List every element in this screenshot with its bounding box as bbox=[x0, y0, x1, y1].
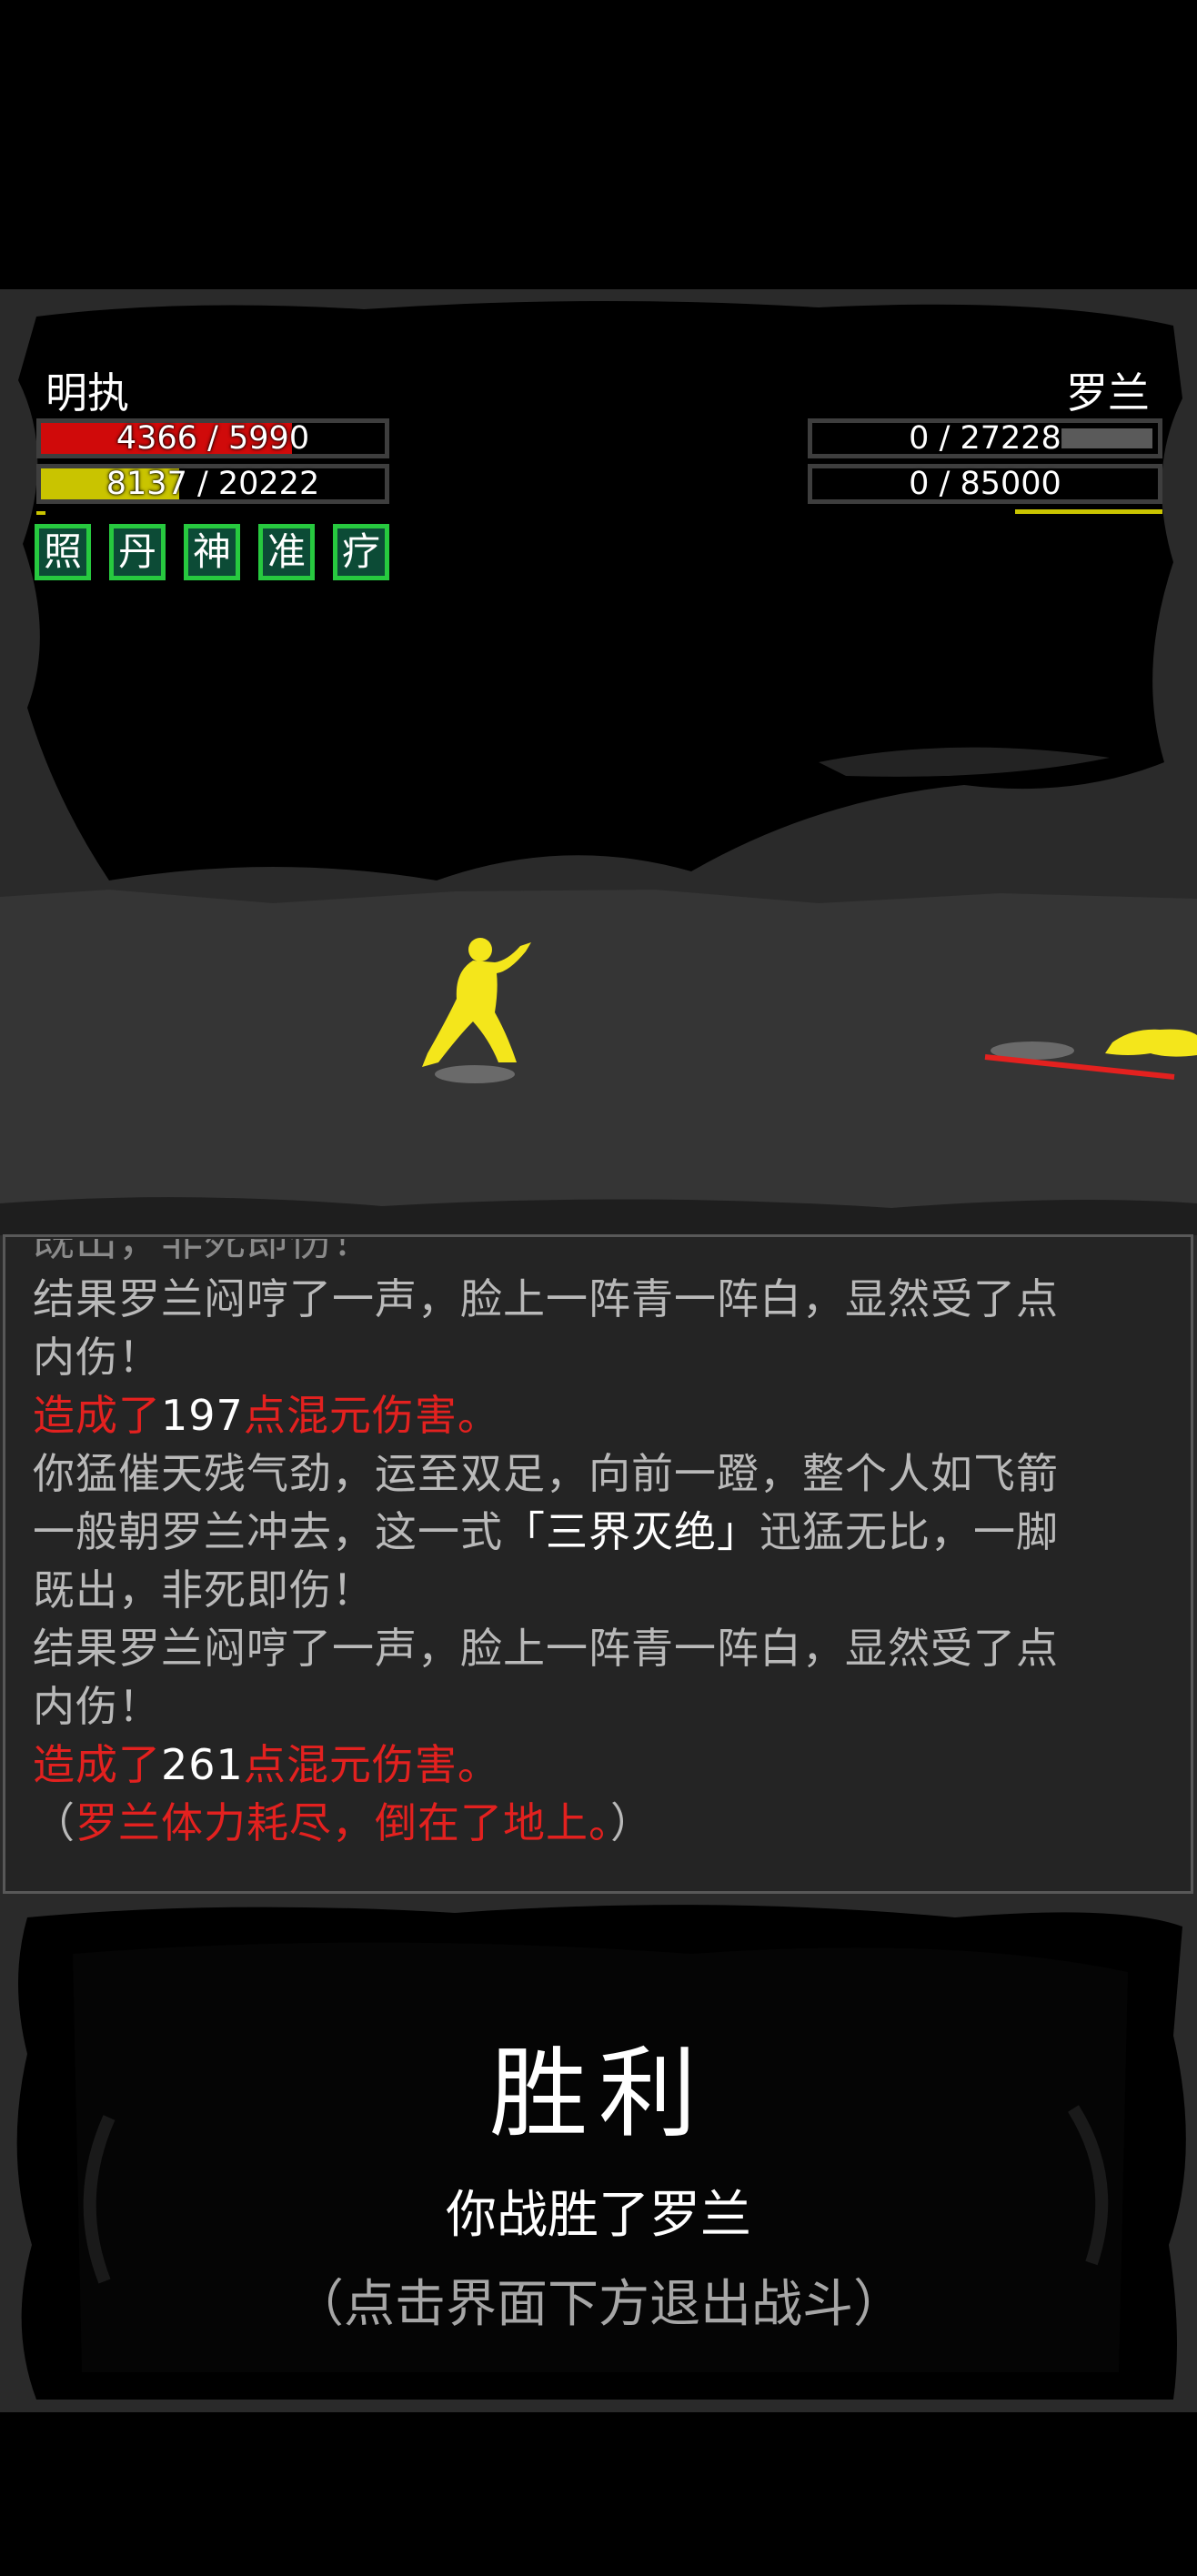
note-open: （ bbox=[33, 1798, 75, 1847]
log-damage-line: 造成了261点混元伤害。 bbox=[33, 1736, 1174, 1794]
defeat-note: 罗兰体力耗尽，倒在了地上。 bbox=[75, 1798, 610, 1847]
damage-prefix: 造成了 bbox=[33, 1391, 161, 1440]
note-close: ） bbox=[610, 1798, 653, 1847]
enemy-hp-text: 0 / 27228 bbox=[909, 419, 1061, 457]
log-line: 内伤！ bbox=[33, 1333, 161, 1382]
log-line: 结果罗兰闷哼了一声，脸上一阵青一阵白，显然受了点 bbox=[33, 1274, 1059, 1323]
player-name: 明执 bbox=[45, 368, 129, 418]
log-line: 内伤！ bbox=[33, 1682, 161, 1731]
victory-subtitle: 你战胜了罗兰 bbox=[446, 2186, 751, 2245]
log-line: 既出，非死即伤！ bbox=[33, 1565, 375, 1615]
damage-value: 197 bbox=[161, 1391, 244, 1440]
enemy-mp-bar: 0 / 85000 bbox=[808, 464, 1162, 504]
buff-list: 照 丹 神 准 疗 bbox=[35, 524, 389, 580]
skill-name: 「三界灭绝」 bbox=[503, 1507, 759, 1556]
enemy-mp-text: 0 / 85000 bbox=[909, 465, 1061, 502]
log-damage-line: 造成了197点混元伤害。 bbox=[33, 1386, 1174, 1444]
buff-liao[interactable]: 疗 bbox=[333, 524, 389, 580]
log-defeat-line: （罗兰体力耗尽，倒在了地上。） bbox=[33, 1794, 1174, 1852]
damage-value: 261 bbox=[161, 1740, 244, 1789]
player-fighter bbox=[422, 938, 531, 1083]
skill-line-prefix: 一般朝罗兰冲去，这一式 bbox=[33, 1507, 503, 1556]
damage-suffix: 点混元伤害。 bbox=[243, 1391, 500, 1440]
battle-log[interactable]: 既出，非死即伤！ 结果罗兰闷哼了一声，脸上一阵青一阵白，显然受了点 内伤！ 造成… bbox=[3, 1234, 1193, 1894]
log-line-cut-text: 既出，非死即伤！ bbox=[33, 1239, 375, 1265]
player-extra-gauge bbox=[36, 511, 45, 515]
skill-line-suffix: 迅猛无比，一脚 bbox=[759, 1507, 1059, 1556]
exit-hint[interactable]: （点击界面下方退出战斗） bbox=[0, 2263, 1197, 2337]
enemy-extra-gauge bbox=[1015, 509, 1162, 514]
buff-shen[interactable]: 神 bbox=[184, 524, 240, 580]
player-hp-text: 4366 / 5990 bbox=[116, 419, 310, 457]
player-mp-text: 8137 / 20222 bbox=[106, 465, 320, 502]
battle-scene[interactable]: 明执 4366 / 5990 8137 / 20222 照 丹 神 准 疗 罗兰… bbox=[0, 289, 1197, 2412]
battle-log-content: 既出，非死即伤！ 结果罗兰闷哼了一声，脸上一阵青一阵白，显然受了点 内伤！ 造成… bbox=[33, 1239, 1174, 1852]
player-hp-bar: 4366 / 5990 bbox=[36, 418, 389, 458]
player-mp-bar: 8137 / 20222 bbox=[36, 464, 389, 504]
enemy-name: 罗兰 bbox=[1066, 368, 1150, 418]
log-line-cut: 既出，非死即伤！ bbox=[33, 1239, 1174, 1270]
buff-zhao[interactable]: 照 bbox=[35, 524, 91, 580]
damage-prefix: 造成了 bbox=[33, 1740, 161, 1789]
log-line: 你猛催天残气劲，运至双足，向前一蹬，整个人如飞箭 bbox=[33, 1449, 1059, 1498]
damage-suffix: 点混元伤害。 bbox=[243, 1740, 500, 1789]
enemy-hp-bar: 0 / 27228 bbox=[808, 418, 1162, 458]
buff-dan[interactable]: 丹 bbox=[109, 524, 166, 580]
buff-zhun[interactable]: 准 bbox=[258, 524, 315, 580]
log-skill-line: 一般朝罗兰冲去，这一式「三界灭绝」迅猛无比，一脚 bbox=[33, 1503, 1174, 1561]
enemy-fighter-fallen bbox=[984, 1029, 1197, 1080]
victory-title: 胜利 bbox=[488, 2038, 708, 2151]
log-line: 结果罗兰闷哼了一声，脸上一阵青一阵白，显然受了点 bbox=[33, 1624, 1059, 1673]
